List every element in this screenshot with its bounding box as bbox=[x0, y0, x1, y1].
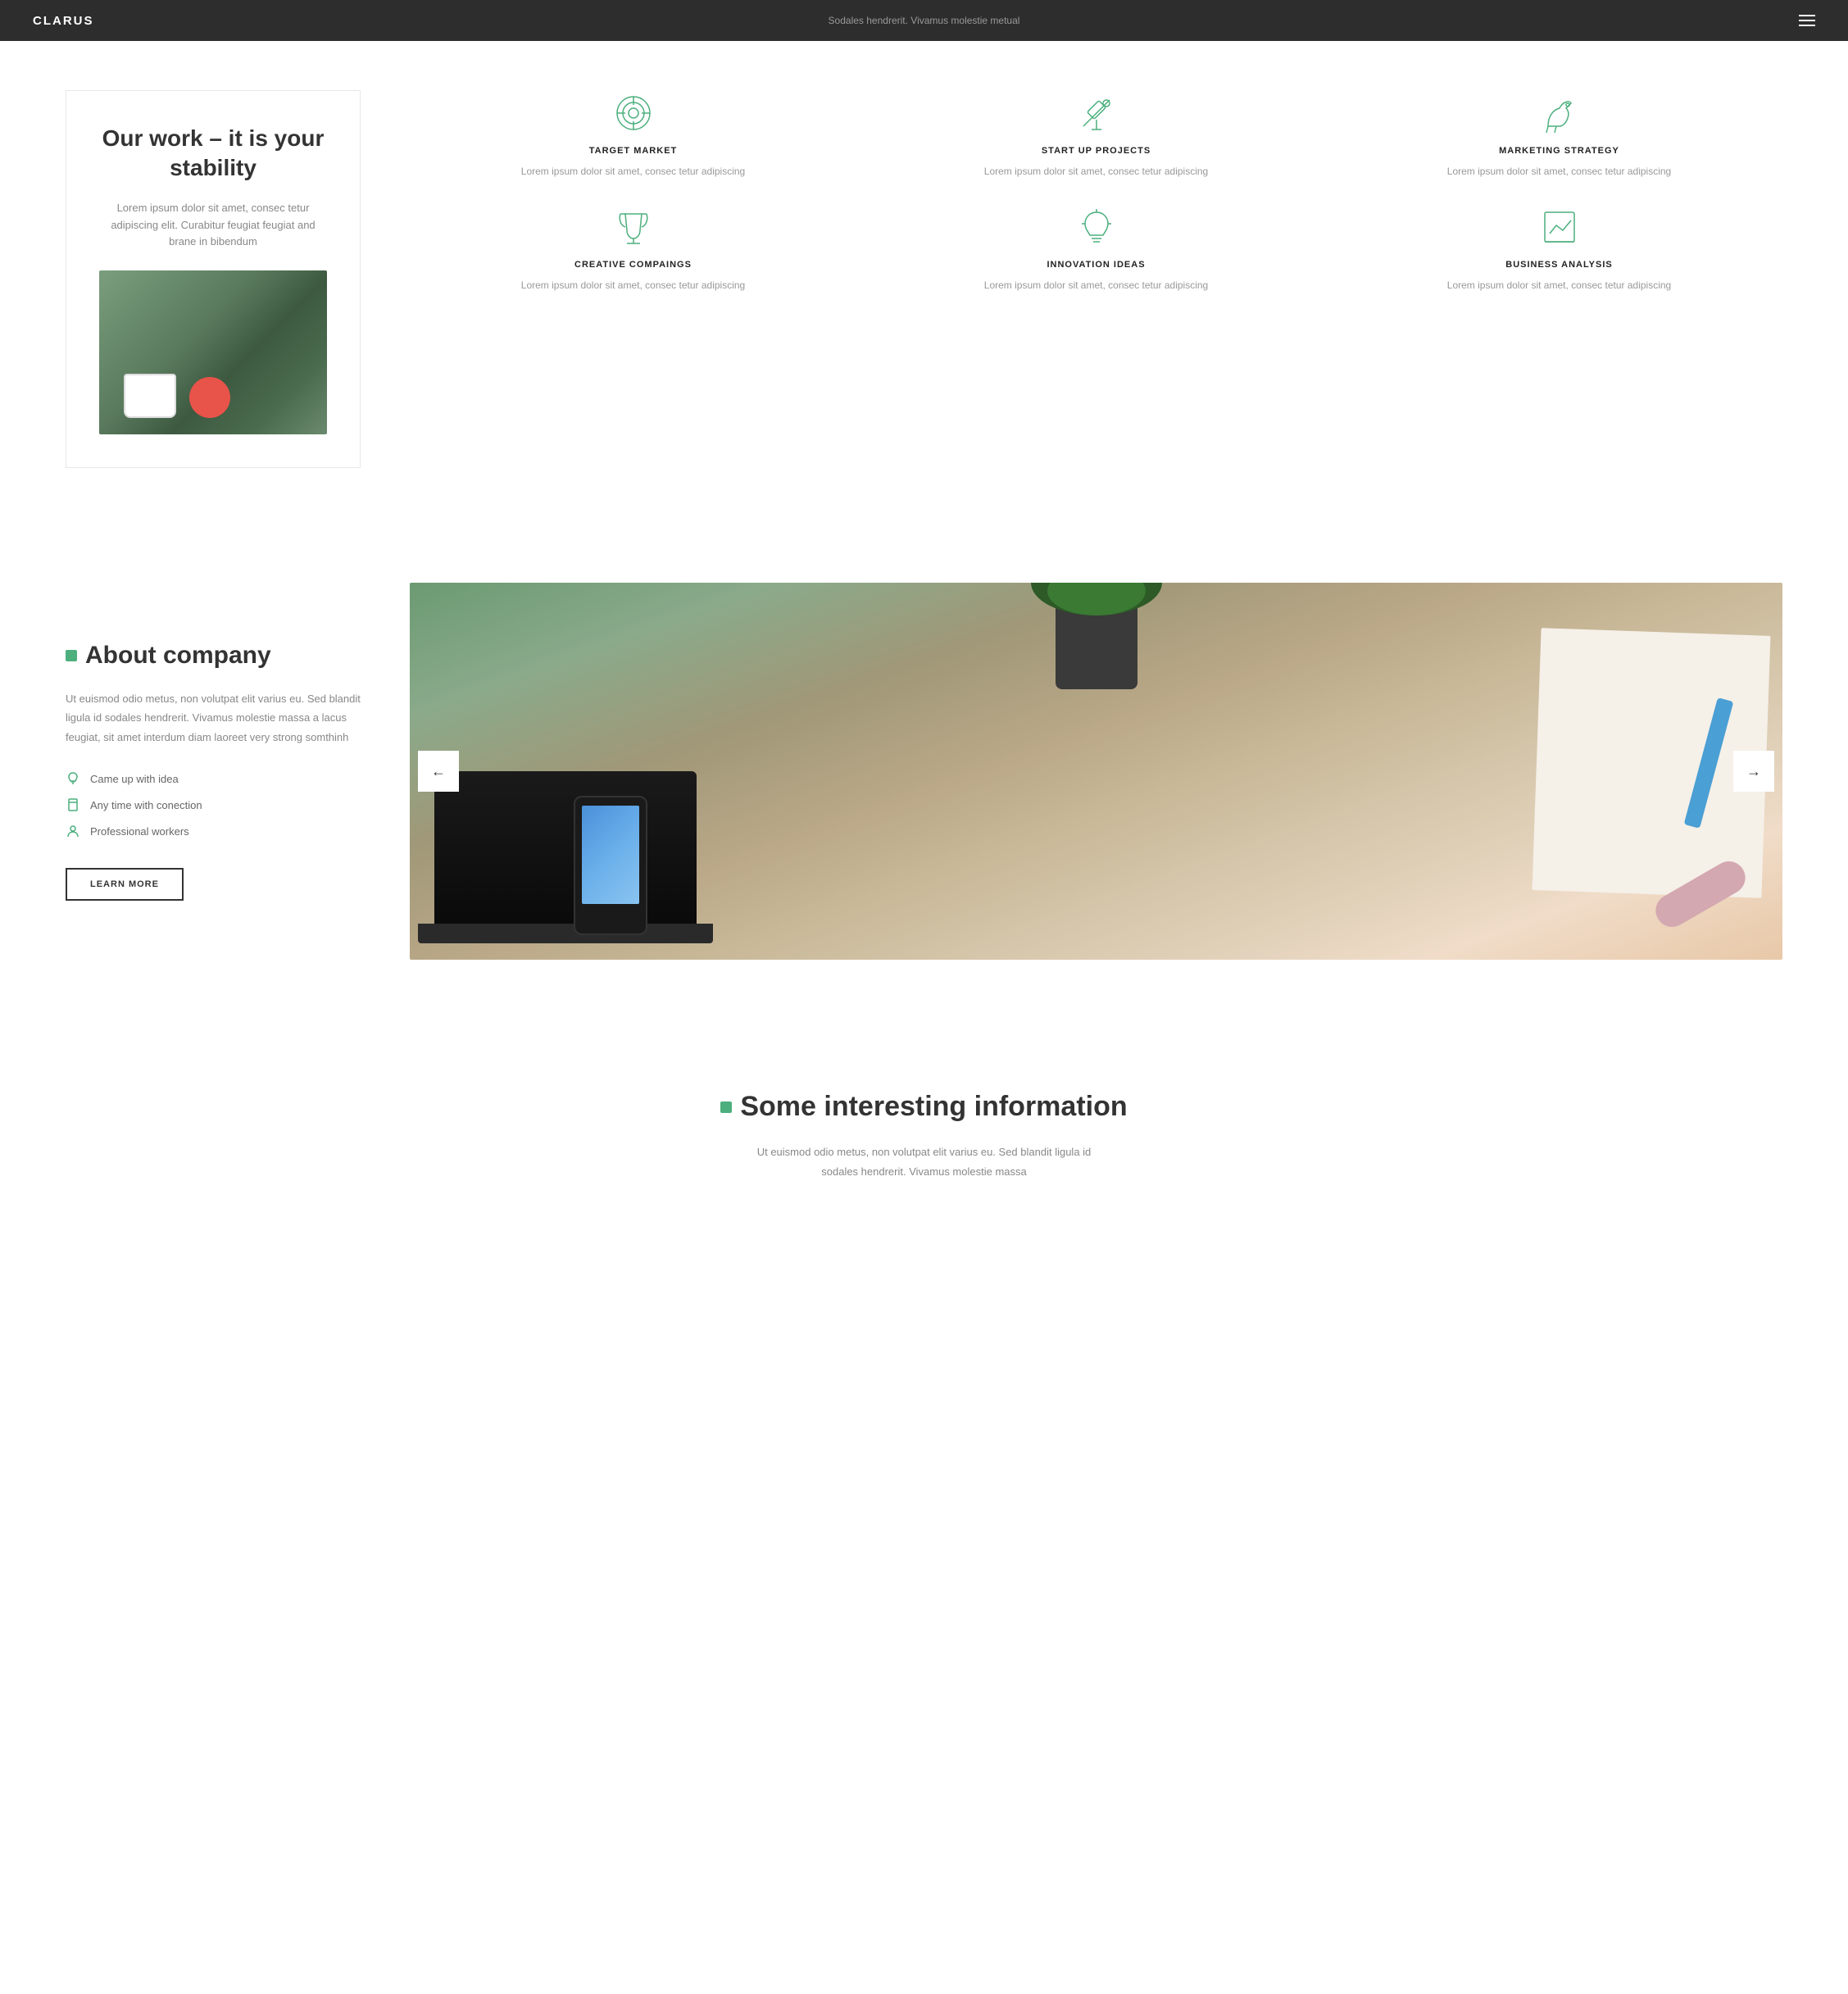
startup-icon bbox=[1074, 90, 1119, 136]
creative-icon bbox=[611, 204, 656, 250]
heading-accent-dot bbox=[66, 650, 77, 661]
carousel-prev-button[interactable]: ← bbox=[418, 751, 459, 792]
about-left-panel: About company Ut euismod odio metus, non… bbox=[66, 642, 361, 901]
section-info: Some interesting information Ut euismod … bbox=[0, 1025, 1848, 1214]
telescope-icon-svg bbox=[1077, 93, 1116, 133]
menu-line-1 bbox=[1799, 15, 1815, 16]
feature-marketing: MARKETING STRATEGY Lorem ipsum dolor sit… bbox=[1336, 90, 1782, 179]
feature-desc-target: Lorem ipsum dolor sit amet, consec tetur… bbox=[521, 164, 745, 179]
feature-title-marketing: MARKETING STRATEGY bbox=[1499, 146, 1619, 156]
phone-screen bbox=[582, 806, 639, 904]
carousel-next-button[interactable]: → bbox=[1733, 751, 1774, 792]
brand-logo: CLARUS bbox=[33, 14, 94, 28]
about-list: Came up with idea Any time with conectio… bbox=[66, 771, 361, 838]
feature-desc-creative: Lorem ipsum dolor sit amet, consec tetur… bbox=[521, 278, 745, 293]
lightbulb-small-icon bbox=[66, 772, 79, 785]
info-body: Ut euismod odio metus, non volutpat elit… bbox=[744, 1142, 1105, 1181]
workers-icon bbox=[66, 824, 80, 838]
list-item-idea: Came up with idea bbox=[66, 771, 361, 786]
feature-desc-startup: Lorem ipsum dolor sit amet, consec tetur… bbox=[984, 164, 1208, 179]
feature-target-market: TARGET MARKET Lorem ipsum dolor sit amet… bbox=[410, 90, 856, 179]
trophy-icon-svg bbox=[614, 207, 653, 247]
feature-desc-marketing: Lorem ipsum dolor sit amet, consec tetur… bbox=[1447, 164, 1671, 179]
features-grid: TARGET MARKET Lorem ipsum dolor sit amet… bbox=[410, 90, 1782, 293]
person-small-icon bbox=[66, 824, 79, 838]
laptop-base bbox=[418, 924, 713, 943]
marketing-icon bbox=[1537, 90, 1582, 136]
hamburger-menu[interactable] bbox=[1799, 15, 1815, 26]
feature-creative: CREATIVE COMPAINGS Lorem ipsum dolor sit… bbox=[410, 204, 856, 293]
work-image-inner bbox=[99, 270, 327, 434]
menu-line-3 bbox=[1799, 25, 1815, 26]
info-heading-text: Some interesting information bbox=[740, 1091, 1127, 1123]
about-heading: About company bbox=[66, 642, 361, 670]
workers-text: Professional workers bbox=[90, 825, 189, 838]
feature-innovation: INNOVATION IDEAS Lorem ipsum dolor sit a… bbox=[873, 204, 1319, 293]
feature-desc-innovation: Lorem ipsum dolor sit amet, consec tetur… bbox=[984, 278, 1208, 293]
list-item-workers: Professional workers bbox=[66, 824, 361, 838]
work-left-panel: Our work – it is your stability Lorem ip… bbox=[66, 90, 361, 468]
info-heading-dot bbox=[720, 1101, 732, 1113]
menu-line-2 bbox=[1799, 20, 1815, 21]
feature-title-innovation: INNOVATION IDEAS bbox=[1047, 260, 1145, 270]
info-heading: Some interesting information bbox=[66, 1091, 1782, 1123]
feature-startup: START UP PROJECTS Lorem ipsum dolor sit … bbox=[873, 90, 1319, 179]
chart-icon-svg bbox=[1540, 207, 1579, 247]
horse-icon-svg bbox=[1540, 93, 1579, 133]
section-about: About company Ut euismod odio metus, non… bbox=[0, 517, 1848, 1025]
phone bbox=[574, 796, 647, 935]
feature-business: BUSINESS ANALYSIS Lorem ipsum dolor sit … bbox=[1336, 204, 1782, 293]
about-image-container: ← → bbox=[410, 583, 1782, 960]
work-image bbox=[99, 270, 327, 434]
idea-icon bbox=[66, 771, 80, 786]
feature-title-startup: START UP PROJECTS bbox=[1042, 146, 1151, 156]
feature-title-creative: CREATIVE COMPAINGS bbox=[574, 260, 692, 270]
navbar-tagline: Sodales hendrerit. Vivamus molestie metu… bbox=[829, 15, 1020, 26]
feature-title-target: TARGET MARKET bbox=[589, 146, 678, 156]
about-image bbox=[410, 583, 1782, 960]
about-body: Ut euismod odio metus, non volutpat elit… bbox=[66, 689, 361, 747]
list-item-connection: Any time with conection bbox=[66, 797, 361, 812]
idea-text: Came up with idea bbox=[90, 773, 179, 785]
learn-more-button[interactable]: LEARN MORE bbox=[66, 868, 184, 901]
section-work: Our work – it is your stability Lorem ip… bbox=[0, 41, 1848, 517]
navbar: CLARUS Sodales hendrerit. Vivamus molest… bbox=[0, 0, 1848, 41]
feature-title-business: BUSINESS ANALYSIS bbox=[1505, 260, 1613, 270]
target-icon-svg bbox=[614, 93, 653, 133]
work-description: Lorem ipsum dolor sit amet, consec tetur… bbox=[99, 200, 327, 251]
laptop-screen bbox=[434, 771, 697, 927]
work-title: Our work – it is your stability bbox=[99, 124, 327, 184]
connection-text: Any time with conection bbox=[90, 799, 202, 811]
innovation-icon bbox=[1074, 204, 1119, 250]
plant-pot bbox=[1056, 599, 1137, 689]
bookmark-small-icon bbox=[66, 798, 79, 811]
feature-desc-business: Lorem ipsum dolor sit amet, consec tetur… bbox=[1447, 278, 1671, 293]
target-market-icon bbox=[611, 90, 656, 136]
business-icon bbox=[1537, 204, 1582, 250]
lightbulb-icon-svg bbox=[1077, 207, 1116, 247]
connection-icon bbox=[66, 797, 80, 812]
